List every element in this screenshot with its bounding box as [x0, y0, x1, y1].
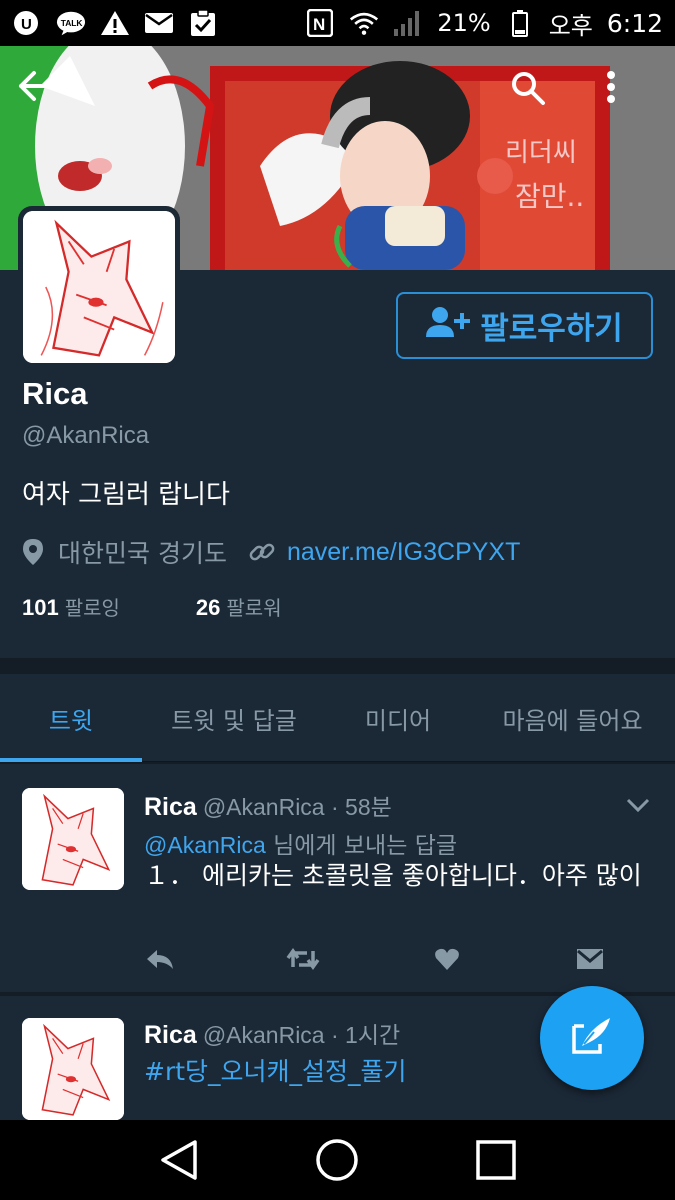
- profile-link[interactable]: naver.me/IG3CPYXT: [287, 538, 520, 567]
- fox-avatar-art: [23, 211, 175, 363]
- u-plus-icon: U: [12, 9, 42, 37]
- tweet-author-name: Rica: [144, 793, 197, 821]
- fox-avatar-art: [22, 788, 124, 890]
- warning-icon: [100, 9, 130, 37]
- heart-icon[interactable]: [427, 942, 467, 976]
- tweet-time: · 58분: [331, 794, 392, 820]
- tweet-time: · 1시간: [331, 1022, 401, 1048]
- status-bar: U TALK N 21% 오후 6:12: [0, 0, 675, 46]
- tweet-author-handle: @AkanRica: [202, 1022, 325, 1048]
- link-icon: [249, 539, 275, 565]
- follow-button[interactable]: 팔로우하기: [396, 292, 653, 359]
- profile-name: Rica: [22, 376, 88, 411]
- following-count: 101: [22, 595, 59, 620]
- clipboard-check-icon: [188, 9, 218, 37]
- profile-card: 팔로우하기 Rica @AkanRica 여자 그림러 랍니다 대한민국 경기도…: [0, 206, 675, 658]
- compose-tweet-button[interactable]: [540, 986, 644, 1090]
- retweet-icon[interactable]: [283, 942, 323, 976]
- followers-stat[interactable]: 26 팔로워: [196, 592, 282, 621]
- fox-avatar-art: [22, 1018, 124, 1120]
- reply-suffix: 님에게 보내는 답글: [265, 833, 458, 859]
- tweet-author-handle: @AkanRica: [202, 794, 325, 820]
- tweet-header: Rica @AkanRica · 58분: [144, 788, 392, 822]
- wifi-icon: [349, 9, 379, 37]
- tweet-avatar[interactable]: [22, 1018, 124, 1120]
- back-arrow-icon[interactable]: [18, 70, 74, 126]
- kakaotalk-icon: TALK: [56, 9, 86, 37]
- search-icon[interactable]: [510, 70, 566, 126]
- profile-tabs: 트윗 트윗 및 답글 미디어 마음에 들어요: [0, 674, 675, 762]
- tweet-reply-context: @AkanRica 님에게 보내는 답글: [144, 826, 457, 860]
- nav-recents-icon[interactable]: [466, 1130, 526, 1190]
- chevron-down-icon[interactable]: [621, 788, 655, 822]
- tweet-actions: [140, 942, 610, 976]
- compose-quill-icon: [570, 1016, 614, 1060]
- follow-button-label: 팔로우하기: [480, 311, 623, 346]
- clock: 6:12: [606, 8, 663, 38]
- tweet-item[interactable]: Rica @AkanRica · 58분 @AkanRica 님에게 보내는 답글…: [0, 764, 675, 992]
- svg-text:TALK: TALK: [61, 18, 83, 28]
- tab-media[interactable]: 미디어: [326, 674, 470, 762]
- svg-text:잠만..: 잠만..: [515, 180, 584, 213]
- direct-message-icon[interactable]: [570, 942, 610, 976]
- battery-icon: [505, 9, 535, 37]
- android-nav-bar: [0, 1120, 675, 1200]
- add-person-icon: [426, 305, 471, 347]
- tab-likes[interactable]: 마음에 들어요: [470, 674, 675, 762]
- tab-tweets-and-replies[interactable]: 트윗 및 답글: [142, 674, 326, 762]
- nav-back-icon[interactable]: [149, 1130, 209, 1190]
- svg-text:N: N: [313, 15, 325, 34]
- ampm-label: 오후: [548, 11, 593, 40]
- mail-icon: [144, 9, 174, 37]
- followers-count: 26: [195, 595, 221, 620]
- nfc-icon: N: [305, 9, 335, 37]
- profile-handle: @AkanRica: [22, 422, 150, 449]
- reply-to-handle[interactable]: @AkanRica: [144, 832, 266, 858]
- following-stat[interactable]: 101 팔로잉: [22, 592, 120, 621]
- tweet-header: Rica @AkanRica · 1시간: [144, 1016, 400, 1050]
- tweet-text: １． 에리카는 초콜릿을 좋아합니다．아주 많이: [144, 861, 642, 890]
- tweet-author-name: Rica: [144, 1021, 197, 1049]
- following-label: 팔로잉: [64, 596, 120, 620]
- profile-location: 대한민국 경기도: [58, 539, 227, 568]
- profile-stats: 101 팔로잉 26 팔로워: [22, 592, 282, 621]
- profile-bio: 여자 그림러 랍니다: [22, 480, 230, 510]
- profile-meta: 대한민국 경기도 naver.me/IG3CPYXT: [22, 534, 520, 570]
- svg-text:U: U: [21, 16, 32, 33]
- svg-text:리더씨: 리더씨: [505, 138, 577, 168]
- profile-avatar[interactable]: [18, 206, 180, 368]
- signal-icon: [393, 9, 423, 37]
- followers-label: 팔로워: [226, 596, 282, 620]
- battery-percent: 21%: [437, 9, 491, 37]
- reply-icon[interactable]: [140, 942, 180, 976]
- tweet-avatar[interactable]: [22, 788, 124, 890]
- more-vert-icon[interactable]: [606, 70, 662, 126]
- tab-tweets[interactable]: 트윗: [0, 674, 142, 762]
- location-pin-icon: [22, 538, 44, 566]
- nav-home-icon[interactable]: [307, 1130, 367, 1190]
- tweet-hashtag[interactable]: #rt당_오너캐_설정_풀기: [144, 1052, 407, 1088]
